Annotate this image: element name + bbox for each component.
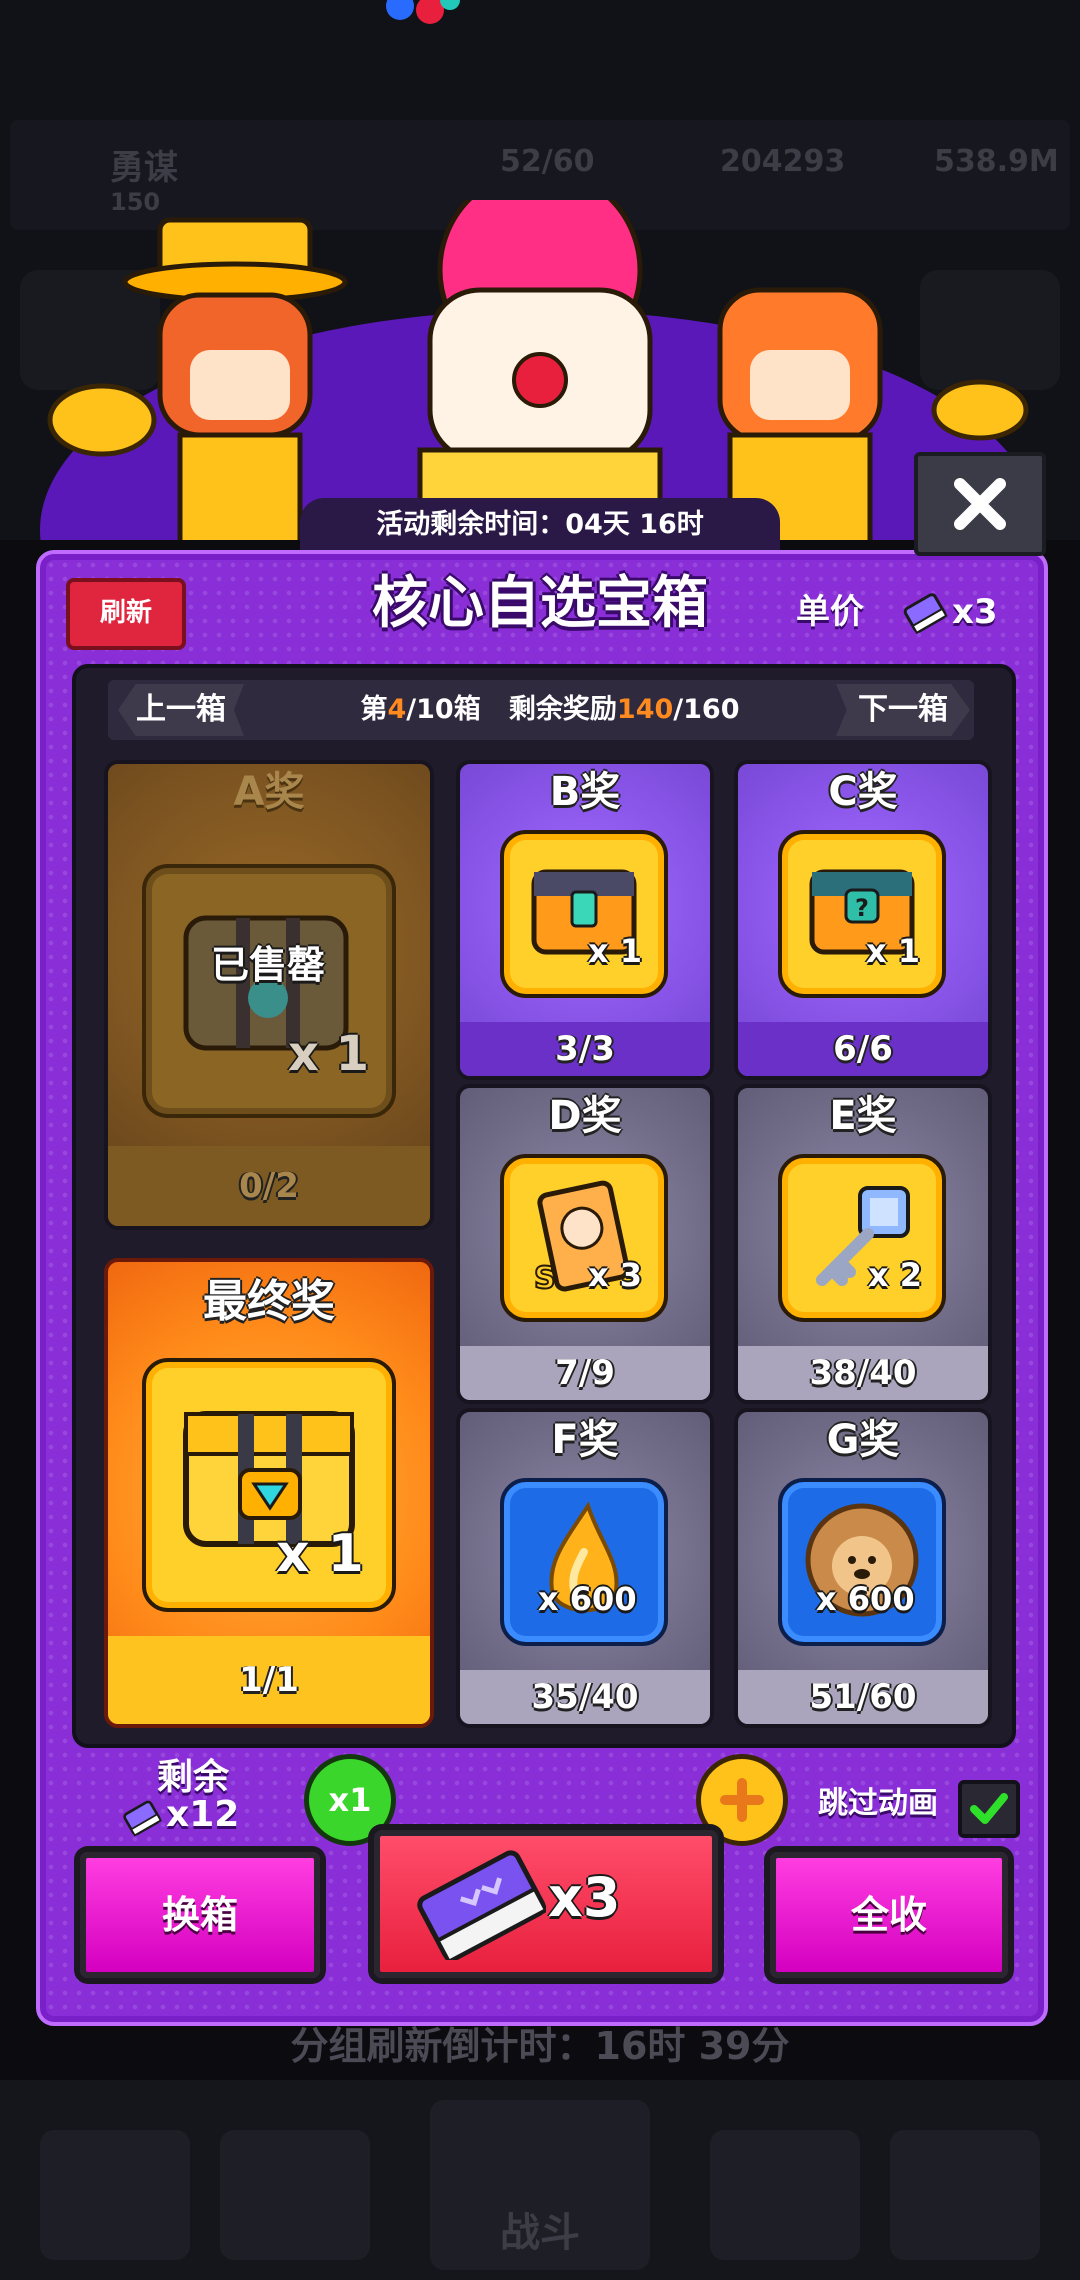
group-refresh-countdown: 分组刷新倒计时：16时 39分 — [290, 2024, 790, 2068]
prize-card-g[interactable]: G奖 x 600 51/60 — [734, 1408, 992, 1728]
final-prize-name: 最终奖 — [203, 1276, 335, 1327]
draw-cost: x3 — [548, 1866, 621, 1929]
ticket-icon — [416, 1850, 549, 1965]
nav-item — [890, 2130, 1040, 2260]
prize-qty: x 3 — [588, 1256, 643, 1294]
nav-item — [40, 2130, 190, 2260]
box-prefix: 第 — [360, 694, 388, 725]
final-prize-card[interactable]: 最终奖 x 1 1/1 — [104, 1258, 434, 1728]
reward-label: 剩余奖励 — [508, 694, 617, 725]
currency-1-value: 204293 — [720, 144, 846, 179]
skip-animation-checkbox[interactable] — [958, 1780, 1020, 1838]
sold-out-label: 已售罄 — [210, 943, 325, 987]
panel-title: 核心自选宝箱 — [372, 571, 708, 636]
prize-count: 3/3 — [460, 1022, 710, 1076]
prize-card-e[interactable]: E奖 x 2 38/40 — [734, 1084, 992, 1404]
flame-essence-icon — [500, 1478, 668, 1646]
prize-count: 0/2 — [108, 1146, 430, 1226]
prize-count: 35/40 — [460, 1670, 710, 1724]
next-box-button[interactable]: 下一箱 — [836, 684, 970, 736]
logo-icon — [380, 0, 470, 40]
final-prize-count: 1/1 — [108, 1636, 430, 1724]
nav-item — [220, 2130, 370, 2260]
prize-qty: x 2 — [868, 1256, 923, 1294]
close-button[interactable] — [914, 452, 1046, 556]
prize-count: 7/9 — [460, 1346, 710, 1400]
prize-name: E奖 — [829, 1093, 897, 1139]
energy-value: 52/60 — [500, 144, 595, 179]
currency-2-value: 538.9M — [934, 144, 1059, 179]
key-icon — [778, 1154, 946, 1322]
box-suffix: /10箱 — [406, 694, 481, 725]
prev-box-button[interactable]: 上一箱 — [118, 684, 244, 736]
prize-card-d[interactable]: D奖 S x 3 7/9 — [456, 1084, 714, 1404]
prize-qty: x 600 — [538, 1580, 637, 1618]
prize-name: F奖 — [551, 1417, 619, 1463]
prize-name: C奖 — [828, 769, 898, 815]
prize-qty: x 600 — [816, 1580, 915, 1618]
unit-price-label: 单价 — [796, 592, 864, 632]
hero-card-icon: S — [500, 1154, 668, 1322]
svg-text:S: S — [534, 1261, 556, 1296]
box-current: 4 — [387, 694, 407, 725]
ticket-icon — [900, 588, 950, 638]
final-prize-qty: x 1 — [276, 1524, 364, 1584]
prize-qty: x 1 — [288, 1026, 370, 1082]
prize-count: 38/40 — [738, 1346, 988, 1400]
prize-count: 51/60 — [738, 1670, 988, 1724]
reward-total: /160 — [673, 694, 740, 725]
prize-name: A奖 — [233, 769, 305, 815]
remaining-label: 剩余 — [156, 1757, 229, 1798]
ticket-icon — [120, 1796, 164, 1840]
nav-item — [710, 2130, 860, 2260]
prize-card-f[interactable]: F奖 x 600 35/40 — [456, 1408, 714, 1728]
close-icon — [954, 478, 1006, 530]
chest-question-icon: ? — [778, 830, 946, 998]
prize-name: B奖 — [549, 769, 621, 815]
box-info: 第4/10箱 剩余奖励140/160 — [300, 684, 800, 736]
prize-qty: x 1 — [588, 932, 643, 970]
plus-icon — [720, 1778, 764, 1822]
reward-current: 140 — [616, 694, 674, 725]
swap-box-button[interactable]: 换箱 — [80, 1852, 320, 1978]
prize-name: G奖 — [826, 1417, 900, 1463]
chest-gem-icon — [500, 830, 668, 998]
refresh-button[interactable]: 刷新 — [66, 578, 186, 650]
player-name: 勇谋 — [110, 148, 178, 188]
prize-qty: x 1 — [866, 932, 921, 970]
prize-count: 6/6 — [738, 1022, 988, 1076]
prize-card-b[interactable]: B奖 x 1 3/3 — [456, 760, 714, 1080]
prize-card-c[interactable]: C奖 ? x 1 6/6 — [734, 760, 992, 1080]
remaining-value: x12 — [166, 1794, 240, 1835]
draw-button[interactable]: x3 — [374, 1830, 718, 1978]
skip-animation-label: 跳过动画 — [818, 1786, 938, 1821]
collect-all-button[interactable]: 全收 — [770, 1852, 1008, 1978]
event-characters-banner — [40, 167, 1040, 750]
svg-text:?: ? — [855, 894, 869, 922]
checkmark-icon — [970, 1793, 1008, 1824]
battle-label: 战斗 — [500, 2210, 580, 2256]
unit-price-mult: x3 — [952, 592, 998, 632]
prize-card-a[interactable]: A奖 已售罄 x 1 0/2 — [104, 760, 434, 1230]
event-time-left: 活动剩余时间：04天 16时 — [300, 498, 780, 550]
prize-name: D奖 — [548, 1093, 622, 1139]
pet-food-icon — [778, 1478, 946, 1646]
